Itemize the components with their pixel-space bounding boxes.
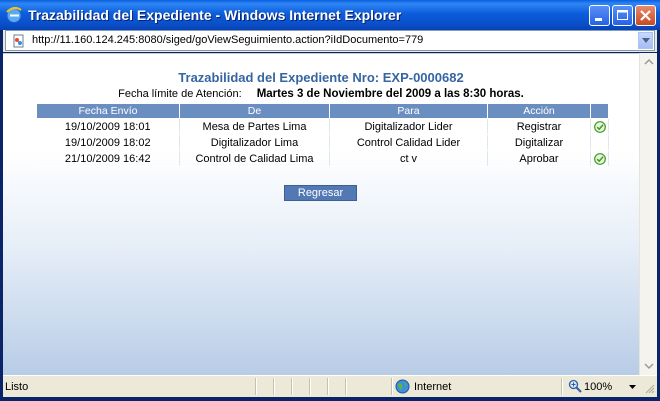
cell-de: Control de Calidad Lima: [179, 150, 330, 167]
page-title: Trazabilidad del Expediente Nro: EXP-000…: [178, 70, 464, 85]
chevron-down-icon: [642, 38, 650, 43]
close-button[interactable]: [635, 5, 656, 26]
internet-explorer-icon: [6, 6, 22, 23]
status-divider: [561, 378, 563, 395]
vertical-scrollbar[interactable]: [639, 53, 657, 375]
minimize-icon: [595, 18, 602, 21]
scroll-up-icon[interactable]: [642, 55, 656, 69]
zoom-level[interactable]: 100%: [584, 381, 612, 393]
cell-accion: Registrar: [487, 118, 591, 135]
status-divider: [309, 378, 311, 395]
title-bar[interactable]: Trazabilidad del Expediente - Windows In…: [0, 0, 660, 30]
table-header-row: Fecha Envío De Para Acción: [36, 103, 609, 119]
close-icon: [640, 10, 651, 21]
cell-para: ct v: [329, 150, 488, 167]
minimize-button[interactable]: [589, 5, 610, 26]
page-icon: [13, 34, 24, 48]
check-circle-icon: [593, 120, 606, 133]
maximize-icon: [617, 10, 628, 20]
address-bar: http://11.160.124.245:8080/siged/goViewS…: [3, 30, 657, 52]
column-header-status: [590, 103, 609, 119]
cell-status: [590, 118, 609, 135]
security-zone-label: Internet: [414, 381, 452, 393]
cell-para: Digitalizador Lider: [329, 118, 488, 135]
address-field[interactable]: http://11.160.124.245:8080/siged/goViewS…: [5, 30, 655, 51]
cell-de: Digitalizador Lima: [179, 134, 330, 151]
window-title: Trazabilidad del Expediente - Windows In…: [28, 7, 402, 23]
zoom-dropdown-icon[interactable]: [629, 385, 636, 389]
cell-fecha: 19/10/2009 18:01: [36, 118, 180, 135]
cell-fecha: 19/10/2009 18:02: [36, 134, 180, 151]
column-header-fecha: Fecha Envío: [36, 103, 180, 119]
deadline-line: Fecha límite de Atención: Martes 3 de No…: [3, 88, 639, 100]
status-text: Listo: [5, 381, 29, 393]
column-header-de: De: [179, 103, 330, 119]
deadline-value: Martes 3 de Noviembre del 2009 a las 8:3…: [256, 88, 524, 100]
column-header-accion: Acción: [487, 103, 591, 119]
cell-accion: Digitalizar: [487, 134, 591, 151]
status-divider: [291, 378, 293, 395]
cell-de: Mesa de Partes Lima: [179, 118, 330, 135]
status-bar: Listo Internet 100%: [3, 375, 657, 397]
deadline-label: Fecha límite de Atención:: [118, 88, 242, 100]
table-row: 19/10/2009 18:01 Mesa de Partes Lima Dig…: [36, 118, 609, 135]
status-divider: [255, 378, 257, 395]
maximize-button[interactable]: [612, 5, 633, 26]
cell-para: Control Calidad Lider: [329, 134, 488, 151]
back-button[interactable]: Regresar: [284, 185, 357, 201]
table-row: 21/10/2009 16:42 Control de Calidad Lima…: [36, 150, 609, 167]
cell-status: [590, 150, 609, 167]
status-divider: [345, 378, 347, 395]
traceability-table: Fecha Envío De Para Acción 19/10/2009 18…: [36, 103, 609, 167]
status-divider: [391, 378, 393, 395]
address-url: http://11.160.124.245:8080/siged/goViewS…: [32, 34, 424, 46]
cell-fecha: 21/10/2009 16:42: [36, 150, 180, 167]
resize-grip-icon[interactable]: [643, 382, 655, 394]
cell-status: [590, 134, 609, 151]
cell-accion: Aprobar: [487, 150, 591, 167]
table-row: 19/10/2009 18:02 Digitalizador Lima Cont…: [36, 134, 609, 151]
page-content: Trazabilidad del Expediente Nro: EXP-000…: [3, 53, 639, 376]
scroll-down-icon[interactable]: [642, 359, 656, 373]
column-header-para: Para: [329, 103, 488, 119]
browser-window: Trazabilidad del Expediente - Windows In…: [0, 0, 660, 401]
check-circle-icon: [593, 152, 606, 165]
globe-icon: [395, 379, 410, 394]
address-dropdown-button[interactable]: [638, 32, 653, 49]
status-divider: [273, 378, 275, 395]
zoom-icon[interactable]: [568, 379, 582, 393]
status-divider: [327, 378, 329, 395]
